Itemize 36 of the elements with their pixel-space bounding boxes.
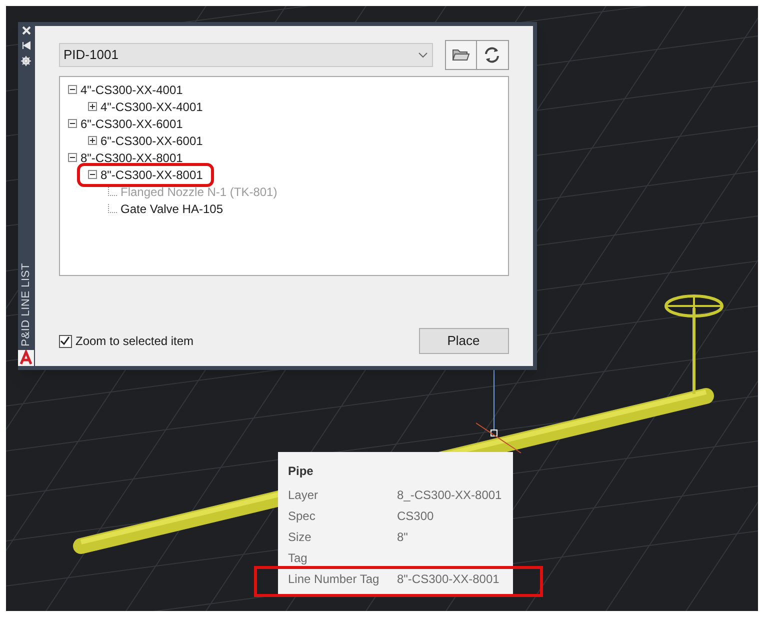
tree-item[interactable]: 8"-CS300-XX-8001: [80, 148, 183, 166]
expand-icon[interactable]: [88, 102, 96, 111]
tree-item[interactable]: 8"-CS300-XX-8001: [100, 166, 203, 184]
property-value: 8": [397, 528, 408, 546]
place-button[interactable]: Place: [418, 328, 508, 354]
collapse-icon[interactable]: [88, 170, 96, 179]
property-label: Line Number Tag: [288, 570, 380, 588]
property-value: CS300: [397, 508, 434, 524]
pin-icon[interactable]: [22, 41, 31, 50]
refresh-button[interactable]: [476, 40, 508, 70]
drawing-dropdown[interactable]: PID-1001: [58, 43, 432, 67]
property-label: Layer: [288, 486, 320, 504]
tree-item[interactable]: Gate Valve HA-105: [120, 200, 223, 218]
open-folder-button[interactable]: [444, 40, 476, 70]
tooltip-title: Pipe: [288, 463, 314, 480]
refresh-icon: [483, 46, 501, 64]
chevron-down-icon: [418, 52, 428, 58]
tree-item[interactable]: 4"-CS300-XX-4001: [100, 98, 203, 116]
checkbox-label: Zoom to selected item: [76, 333, 194, 350]
property-label: Tag: [288, 550, 308, 566]
tree-item[interactable]: 4"-CS300-XX-4001: [80, 80, 183, 98]
expand-icon[interactable]: [88, 136, 96, 145]
property-label: Size: [288, 528, 312, 546]
close-icon[interactable]: [22, 26, 31, 35]
property-value: 8"-CS300-XX-8001: [397, 570, 500, 588]
palette-title: P&ID LINE LIST: [19, 262, 33, 346]
collapse-icon[interactable]: [68, 119, 76, 128]
settings-icon[interactable]: [21, 56, 32, 66]
property-value: 8_-CS300-XX-8001: [397, 486, 502, 504]
tree-item[interactable]: 6"-CS300-XX-6001: [80, 114, 183, 132]
tree-item[interactable]: 6"-CS300-XX-6001: [100, 132, 203, 150]
collapse-icon[interactable]: [68, 153, 76, 162]
property-label: Spec: [288, 508, 316, 524]
zoom-checkbox[interactable]: [58, 334, 72, 348]
folder-icon: [452, 48, 470, 62]
collapse-icon[interactable]: [68, 85, 76, 94]
